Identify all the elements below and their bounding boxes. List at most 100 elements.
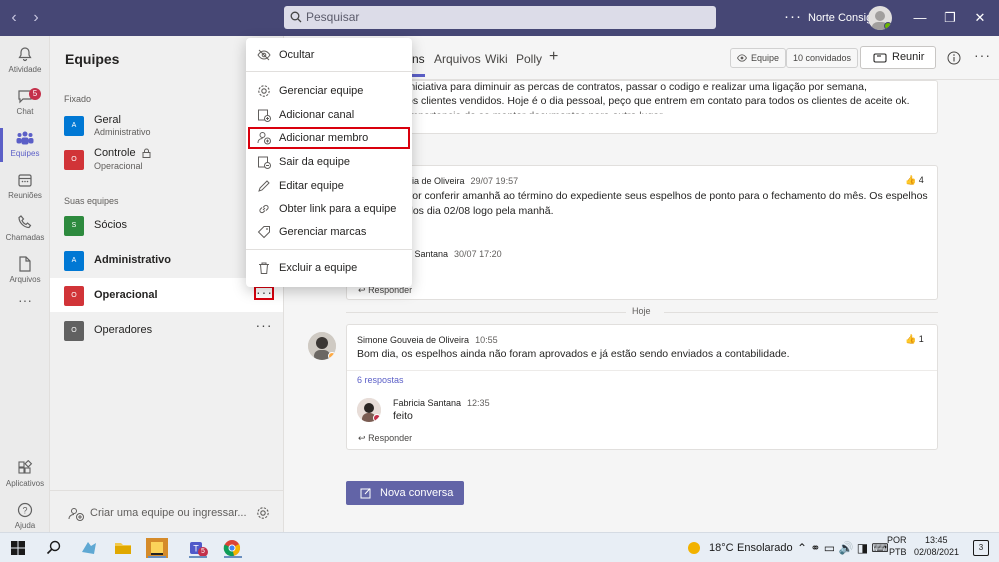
search-input[interactable]: Pesquisar <box>284 6 716 29</box>
reply-meta: Fabricia Santana 12:35 <box>393 398 490 408</box>
reaction-like[interactable]: 👍 1 <box>905 334 924 345</box>
rail-label: Chamadas <box>5 233 45 242</box>
channel-more-icon[interactable]: ··· <box>974 47 991 63</box>
menu-item-manage-team[interactable]: Gerenciar equipe <box>246 80 412 102</box>
maximize-button[interactable]: ❐ <box>940 8 960 28</box>
team-context-menu: Ocultar Gerenciar equipe Adicionar canal… <box>246 38 412 287</box>
date-divider: Hoje <box>284 306 999 316</box>
chrome-icon[interactable] <box>222 538 244 558</box>
back-arrow-icon[interactable]: ‹ <box>6 10 22 26</box>
search-placeholder: Pesquisar <box>306 10 360 24</box>
message-time: 29/07 19:57 <box>470 176 519 186</box>
menu-item-add-channel[interactable]: Adicionar canal <box>246 104 412 126</box>
rail-item-chat[interactable]: 5 Chat <box>0 82 50 124</box>
team-item-operadores[interactable]: O Operadores ··· <box>50 313 283 347</box>
file-explorer-icon[interactable] <box>113 538 135 558</box>
pencil-icon <box>258 180 270 192</box>
date-divider-label: Hoje <box>632 306 651 316</box>
tab-files[interactable]: Arquivos <box>434 52 481 66</box>
rail-item-calls[interactable]: Chamadas <box>0 208 50 250</box>
message-text: vor conferir amanhã ao término do expedi… <box>407 190 928 202</box>
avatar[interactable] <box>868 6 892 30</box>
team-name: Geral <box>94 114 121 126</box>
windows-taskbar: T 5 18°C Ensolarado ⌃ ⚭ ▭ 🔊 ◨ ⌨ POR PTB … <box>0 532 999 562</box>
tab-wiki[interactable]: Wiki <box>485 52 508 66</box>
clock-date[interactable]: 02/08/2021 <box>914 547 959 557</box>
add-tab-button[interactable]: + <box>549 48 558 66</box>
menu-item-leave-team[interactable]: Sair da equipe <box>246 151 412 173</box>
chat-badge: 5 <box>29 88 41 100</box>
menu-item-label: Editar equipe <box>279 180 344 192</box>
replies-link[interactable]: 6 respostas <box>357 375 404 385</box>
rail-item-apps[interactable]: Aplicativos <box>0 454 50 496</box>
menu-item-get-link[interactable]: Obter link para a equipe <box>246 198 412 220</box>
add-channel-icon <box>258 109 271 122</box>
team-visibility-pill[interactable]: Equipe <box>730 48 787 68</box>
guests-pill[interactable]: 10 convidados <box>786 48 859 68</box>
rail-item-more[interactable]: ··· <box>0 290 50 332</box>
rail-item-teams[interactable]: Equipes <box>0 124 50 166</box>
taskbar-search-icon[interactable] <box>44 538 66 558</box>
eye-icon <box>737 54 747 62</box>
message-card: Simone Gouveia de Oliveira 10:55 👍 1 Bom … <box>346 324 938 450</box>
message-card: iniciativa para diminuir as percas de co… <box>346 80 938 134</box>
reaction-count: 1 <box>918 334 924 344</box>
more-options-icon[interactable]: ··· <box>784 8 802 25</box>
team-sub: Operacional <box>94 161 143 171</box>
reply-author: Fabricia Santana <box>393 398 462 408</box>
reply-time: 30/07 17:20 <box>454 249 502 259</box>
menu-item-delete-team[interactable]: Excluir a equipe <box>246 257 412 279</box>
windows-start-icon[interactable] <box>8 538 30 558</box>
avatar[interactable] <box>357 398 381 422</box>
tag-icon <box>257 226 270 239</box>
reaction-like[interactable]: 👍 4 <box>905 175 924 186</box>
lock-icon <box>142 148 151 158</box>
weather-sun-icon <box>688 542 700 554</box>
bell-icon <box>18 47 32 62</box>
input-language[interactable]: POR <box>887 535 907 545</box>
gear-icon[interactable] <box>256 506 270 520</box>
rail-item-files[interactable]: Arquivos <box>0 250 50 292</box>
clock-time[interactable]: 13:45 <box>925 535 948 545</box>
menu-item-label: Adicionar membro <box>279 132 369 144</box>
meet-button[interactable]: Reunir <box>860 46 936 69</box>
weather-temp[interactable]: 18°C <box>709 542 734 554</box>
tab-posts[interactable]: ns <box>412 52 425 77</box>
team-tile: S <box>64 216 84 236</box>
menu-item-add-member[interactable]: Adicionar membro <box>248 127 410 149</box>
phone-icon <box>18 215 32 229</box>
minimize-button[interactable]: — <box>910 8 930 28</box>
search-icon <box>290 11 302 23</box>
menu-item-edit-team[interactable]: Editar equipe <box>246 175 412 197</box>
rail-item-activity[interactable]: Atividade <box>0 40 50 82</box>
info-icon[interactable] <box>947 51 961 65</box>
add-team-icon[interactable] <box>68 507 84 521</box>
avatar[interactable] <box>308 332 336 360</box>
reply-time: 12:35 <box>467 398 490 408</box>
team-more-options-button[interactable]: ··· <box>254 285 274 300</box>
teams-taskbar-icon[interactable]: T 5 <box>187 538 209 558</box>
notification-center-icon[interactable]: 3 <box>973 540 989 556</box>
input-layout[interactable]: PTB <box>889 547 907 557</box>
create-team-link[interactable]: Criar uma equipe ou ingressar... <box>90 507 247 519</box>
compose-icon <box>360 488 371 499</box>
forward-arrow-icon[interactable]: › <box>28 10 44 26</box>
reply-text: feito <box>393 410 413 422</box>
thumbs-up-icon: 👍 <box>905 175 917 185</box>
widgets-icon[interactable] <box>79 538 101 558</box>
rail-item-meetings[interactable]: Reuniões <box>0 166 50 208</box>
tab-polly[interactable]: Polly <box>516 52 542 66</box>
menu-item-manage-tags[interactable]: Gerenciar marcas <box>246 221 412 243</box>
sticky-notes-icon[interactable] <box>146 538 168 558</box>
weather-condition[interactable]: Ensolarado <box>737 542 793 554</box>
team-more-options-button[interactable]: ··· <box>254 318 274 335</box>
message-author: eia de Oliveira <box>407 176 465 186</box>
tray-icons[interactable]: ⌃ ⚭ ▭ 🔊 ◨ ⌨ <box>797 541 889 555</box>
team-tile: A <box>64 251 84 271</box>
close-button[interactable]: ✕ <box>970 8 990 28</box>
reply-button[interactable]: ↩ Responder <box>358 433 412 444</box>
new-conversation-button[interactable]: Nova conversa <box>346 481 464 505</box>
rail-label: Atividade <box>8 65 42 74</box>
menu-item-hide[interactable]: Ocultar <box>246 44 412 66</box>
rail-label: Arquivos <box>9 275 41 284</box>
